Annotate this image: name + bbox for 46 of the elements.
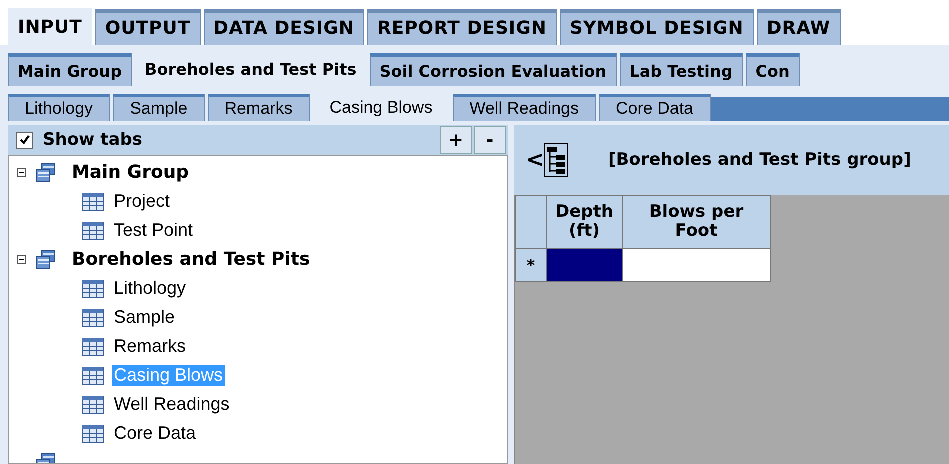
tree-item[interactable]: Remarks xyxy=(112,336,188,357)
row-header xyxy=(516,196,546,248)
tree-item[interactable]: Core Data xyxy=(112,423,198,444)
table-icon xyxy=(82,222,104,240)
tab[interactable]: Remarks xyxy=(208,94,310,121)
table-icon xyxy=(82,396,104,414)
tab[interactable]: Sample xyxy=(113,94,205,121)
table-icon xyxy=(82,366,104,384)
tree-item[interactable]: Project xyxy=(112,191,172,212)
collapse-icon[interactable] xyxy=(17,168,26,177)
collapse-icon[interactable] xyxy=(17,255,26,264)
tree-item[interactable]: Test Point xyxy=(112,220,196,241)
collapse-all-button[interactable]: - xyxy=(474,126,506,154)
tab[interactable]: Core Data xyxy=(599,94,710,121)
tab[interactable]: OUTPUT xyxy=(95,9,201,45)
tab[interactable]: Well Readings xyxy=(452,94,596,121)
tab[interactable]: REPORT DESIGN xyxy=(367,9,557,45)
table-icon xyxy=(82,424,104,442)
tree-item[interactable]: Lithology xyxy=(112,278,188,299)
table-cell[interactable] xyxy=(622,248,770,282)
table-icon xyxy=(82,338,104,356)
tree-item[interactable]: Boreholes and Test Pits xyxy=(72,249,310,270)
tab[interactable]: INPUT xyxy=(8,8,92,45)
tab[interactable]: Soil Corrosion Evaluation xyxy=(370,53,617,86)
tab[interactable]: DRAW xyxy=(756,9,841,45)
table-icon xyxy=(82,192,104,210)
tab[interactable]: Con xyxy=(746,53,800,86)
table-icon xyxy=(82,280,104,298)
hierarchy-icon[interactable] xyxy=(544,143,568,177)
group-icon xyxy=(36,250,56,270)
tree-item[interactable]: Sample xyxy=(112,307,178,328)
expand-all-button[interactable]: + xyxy=(440,126,472,154)
tab[interactable]: Main Group xyxy=(8,53,132,86)
tree-item[interactable]: Well Readings xyxy=(112,394,232,415)
checkbox[interactable] xyxy=(16,132,33,148)
table-icon xyxy=(82,308,104,326)
checkbox-label: Show tabs xyxy=(43,130,144,150)
tree-item[interactable]: Main Group xyxy=(72,162,190,183)
tab[interactable]: SYMBOL DESIGN xyxy=(560,9,754,45)
table-cell[interactable] xyxy=(546,248,622,282)
tab[interactable]: DATA DESIGN xyxy=(204,9,364,45)
group-icon xyxy=(36,162,56,182)
tab[interactable]: Lithology xyxy=(8,94,110,121)
panel-title: [Boreholes and Test Pits group] xyxy=(608,150,912,170)
tab[interactable]: Lab Testing xyxy=(620,53,743,86)
back-button[interactable]: < xyxy=(526,148,544,172)
